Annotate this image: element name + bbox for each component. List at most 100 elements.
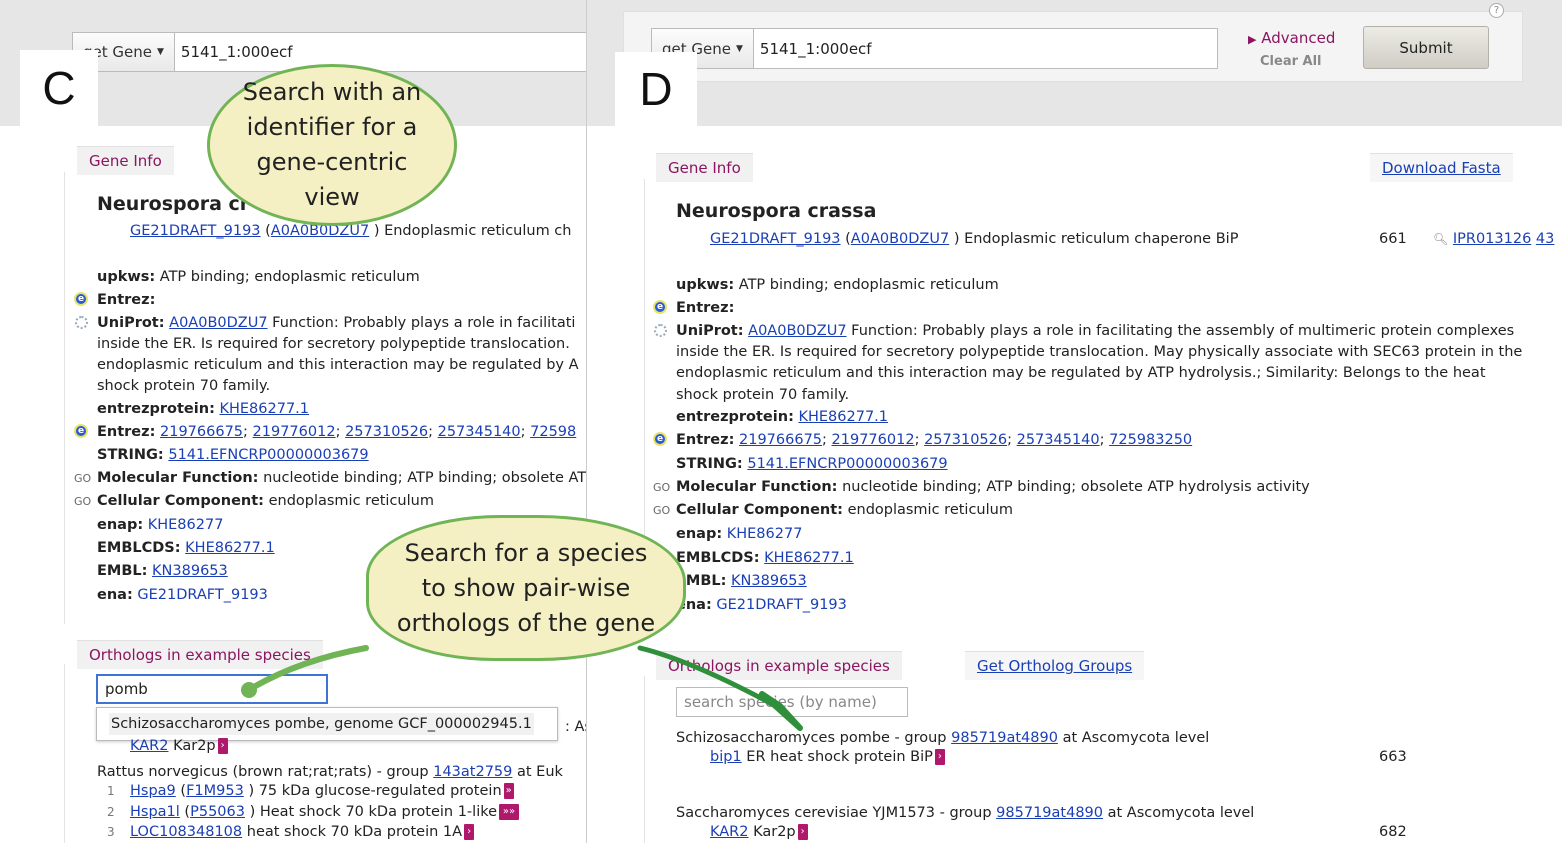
enap-value[interactable]: KHE86277 xyxy=(148,517,224,533)
cc-label: Cellular Component: xyxy=(676,502,843,518)
embl-link[interactable]: KN389653 xyxy=(731,573,807,589)
partial-text: : As xyxy=(565,719,586,735)
entrez-id-link[interactable]: 72598 xyxy=(530,424,576,440)
entrez-label: Entrez: xyxy=(676,432,735,448)
protein-length: 663 xyxy=(1379,749,1407,765)
search-input[interactable]: 5141_1:000ecf xyxy=(175,43,293,61)
tab-gene-info[interactable]: Gene Info xyxy=(656,153,753,182)
enap-value[interactable]: KHE86277 xyxy=(727,526,803,542)
triangle-right-icon: ▶ xyxy=(1248,33,1257,46)
gene-link[interactable]: GE21DRAFT_9193 xyxy=(130,223,261,239)
gene-description: Kar2p xyxy=(753,824,796,840)
species-search-input[interactable]: pomb xyxy=(96,674,328,704)
ena-row: ena: GE21DRAFT_9193 xyxy=(676,596,847,614)
cellular-component-row: Cellular Component: endoplasmic reticulu… xyxy=(97,492,434,510)
tab-gene-info[interactable]: Gene Info xyxy=(77,146,174,175)
upkws-value: ATP binding; endoplasmic reticulum xyxy=(738,277,999,293)
uniprot-link[interactable]: A0A0B0DZU7 xyxy=(169,315,267,331)
accession-link[interactable]: P55063 xyxy=(190,804,245,820)
group-link[interactable]: 143at2759 xyxy=(433,764,512,780)
expand-arrow-icon[interactable]: › xyxy=(217,738,228,754)
gene-description: heat shock 70 kDa protein 1A xyxy=(246,824,463,840)
uniprot-row: UniProt: A0A0B0DZU7 Function: Probably p… xyxy=(676,322,1514,340)
get-ortholog-groups-link[interactable]: Get Ortholog Groups xyxy=(965,651,1145,680)
accession-link[interactable]: F1M953 xyxy=(186,783,244,799)
emblcds-link[interactable]: KHE86277.1 xyxy=(764,550,854,566)
clear-all-link[interactable]: Clear All xyxy=(1260,53,1322,71)
help-icon[interactable]: ? xyxy=(1489,3,1504,18)
advanced-label: Advanced xyxy=(1261,29,1336,47)
ortholog-row: KAR2 Kar2p › xyxy=(710,823,808,841)
ena-value[interactable]: GE21DRAFT_9193 xyxy=(137,587,268,603)
ena-value[interactable]: GE21DRAFT_9193 xyxy=(716,597,847,613)
download-fasta-link[interactable]: Download Fasta xyxy=(1370,153,1513,182)
submit-button[interactable]: Submit xyxy=(1363,26,1489,69)
expand-arrow-icon[interactable]: »» xyxy=(499,804,520,820)
expand-arrow-icon[interactable]: › xyxy=(464,824,475,840)
entrez-id-link[interactable]: 219766675 xyxy=(160,424,243,440)
entrez-id-link[interactable]: 219776012 xyxy=(253,424,336,440)
string-row: STRING: 5141.EFNCRP00000003679 xyxy=(676,455,948,473)
search-icon: 🔍︎ xyxy=(1433,232,1449,246)
string-label: STRING: xyxy=(676,456,743,472)
callout-gene-search: Search with an identifier for a gene-cen… xyxy=(207,64,457,226)
level-text: at Ascomycota level xyxy=(1107,805,1255,821)
ipr-link[interactable]: IPR013126 xyxy=(1453,231,1531,247)
kar2-link[interactable]: KAR2 xyxy=(130,738,168,754)
group-link[interactable]: 985719at4890 xyxy=(951,730,1058,746)
entrez-id-link[interactable]: 257310526 xyxy=(924,432,1007,448)
gene-link[interactable]: GE21DRAFT_9193 xyxy=(710,231,841,247)
string-link[interactable]: 5141.EFNCRP00000003679 xyxy=(168,447,368,463)
gene-search-box[interactable]: get Gene ▼ 5141_1:000ecf xyxy=(651,28,1218,69)
ortholog-row: bip1 ER heat shock protein BiP › xyxy=(710,748,945,766)
orthologs-border xyxy=(64,664,65,843)
string-link[interactable]: 5141.EFNCRP00000003679 xyxy=(747,456,947,472)
group-link[interactable]: 985719at4890 xyxy=(996,805,1103,821)
entrezprotein-link[interactable]: KHE86277.1 xyxy=(219,401,309,417)
accession-link[interactable]: A0A0B0DZU7 xyxy=(851,231,949,247)
entrez-id-link[interactable]: 257310526 xyxy=(345,424,428,440)
species-search-input[interactable]: search species (by name) xyxy=(676,687,908,717)
row-number: 1 xyxy=(107,784,115,798)
entrez-id-link[interactable]: 257345140 xyxy=(438,424,521,440)
ipr-link[interactable]: 43 xyxy=(1536,231,1554,247)
advanced-link[interactable]: ▶ Advanced xyxy=(1248,29,1335,49)
expand-arrow-icon[interactable]: › xyxy=(797,824,808,840)
emblcds-link[interactable]: KHE86277.1 xyxy=(185,540,275,556)
gene-link[interactable]: bip1 xyxy=(710,749,742,765)
entrez-id-link[interactable]: 725983250 xyxy=(1109,432,1192,448)
entrezprotein-link[interactable]: KHE86277.1 xyxy=(798,409,888,425)
gene-link[interactable]: Hspa1l xyxy=(130,804,180,820)
protein-length: 682 xyxy=(1379,824,1407,840)
tab-orthologs[interactable]: Orthologs in example species xyxy=(77,640,323,669)
gene-description: ) Endoplasmic reticulum ch xyxy=(373,223,572,239)
uniprot-text: Function: Probably plays a role in facil… xyxy=(851,323,1515,339)
entrez-icon: e xyxy=(653,300,667,314)
expand-arrow-icon[interactable]: » xyxy=(503,783,514,799)
tab-orthologs[interactable]: Orthologs in example species xyxy=(656,651,902,680)
entrezprotein-label: entrezprotein: xyxy=(97,401,215,417)
species-text: Saccharomyces cerevisiae YJM1573 - group xyxy=(676,805,992,821)
uniprot-text: endoplasmic reticulum and this interacti… xyxy=(676,365,1486,381)
orthologs-border xyxy=(644,676,645,843)
expand-arrow-icon[interactable]: › xyxy=(934,749,945,765)
entrez-id-link[interactable]: 257345140 xyxy=(1017,432,1100,448)
go-icon: GO xyxy=(653,504,671,517)
search-input[interactable]: 5141_1:000ecf xyxy=(754,40,872,58)
emblcds-row: EMBLCDS: KHE86277.1 xyxy=(676,549,854,567)
gene-link[interactable]: Hspa9 xyxy=(130,783,176,799)
gene-link[interactable]: KAR2 xyxy=(710,824,748,840)
entrez-id-link[interactable]: 219766675 xyxy=(739,432,822,448)
entrez-icon: e xyxy=(653,432,667,446)
embl-row: EMBL: KN389653 xyxy=(676,572,807,590)
mf-value: nucleotide binding; ATP binding; obsolet… xyxy=(263,470,586,486)
upkws-row: upkws: ATP binding; endoplasmic reticulu… xyxy=(97,268,420,286)
mf-label: Molecular Function: xyxy=(97,470,259,486)
autocomplete-option[interactable]: Schizosaccharomyces pombe, genome GCF_00… xyxy=(96,707,558,741)
entrez-id-link[interactable]: 219776012 xyxy=(832,432,915,448)
uniprot-link[interactable]: A0A0B0DZU7 xyxy=(748,323,846,339)
autocomplete-label: Schizosaccharomyces pombe, genome GCF_00… xyxy=(109,713,534,735)
embl-link[interactable]: KN389653 xyxy=(152,563,228,579)
gene-link[interactable]: LOC108348108 xyxy=(130,824,242,840)
cc-label: Cellular Component: xyxy=(97,493,264,509)
